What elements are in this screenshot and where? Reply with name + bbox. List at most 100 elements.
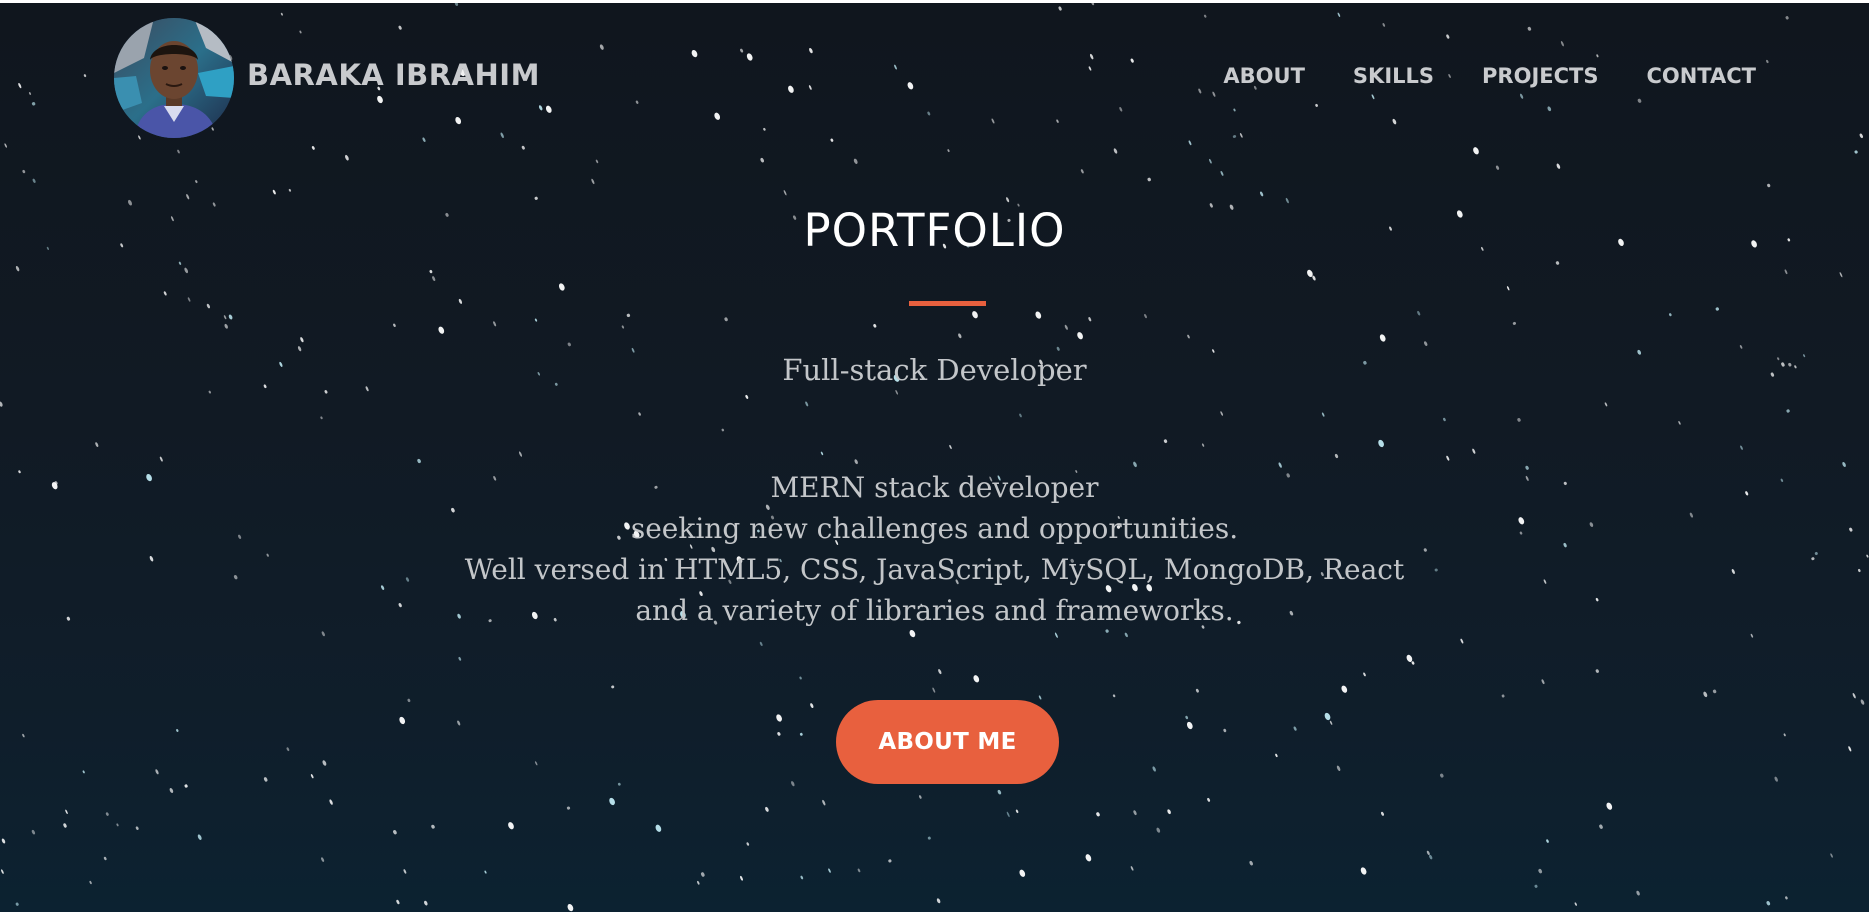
primary-nav: ABOUT SKILLS PROJECTS CONTACT (1223, 64, 1756, 88)
star (746, 842, 750, 846)
star (286, 747, 290, 752)
star (609, 797, 615, 806)
star (417, 458, 421, 464)
star (178, 261, 182, 265)
star (776, 714, 782, 722)
star (31, 829, 36, 835)
bio-line: MERN stack developer (770, 471, 1099, 504)
brand-name[interactable]: BARAKA IBRAHIM (247, 58, 540, 92)
star (184, 784, 188, 788)
star (223, 315, 227, 320)
star (828, 868, 831, 873)
profile-avatar[interactable] (114, 18, 234, 138)
nav-link-about[interactable]: ABOUT (1223, 64, 1305, 88)
star (32, 178, 36, 183)
star (329, 799, 333, 805)
star (1249, 860, 1253, 866)
star (1460, 638, 1464, 644)
star (760, 157, 764, 163)
star (1740, 445, 1743, 450)
star (1541, 679, 1545, 685)
star (1220, 411, 1223, 416)
star (424, 900, 428, 906)
star (457, 720, 461, 726)
star (799, 732, 803, 736)
title-divider (909, 301, 986, 306)
star (438, 326, 445, 334)
star (1429, 854, 1433, 860)
star (1080, 169, 1084, 174)
star (1163, 439, 1168, 444)
star (159, 456, 163, 462)
star (1750, 633, 1754, 638)
star (1334, 453, 1339, 459)
star (1411, 661, 1415, 665)
star (1035, 311, 1042, 319)
star (1606, 802, 1613, 810)
star (1152, 766, 1156, 772)
star (765, 806, 769, 812)
star (701, 872, 705, 877)
bio-line: and a variety of libraries and framework… (635, 594, 1234, 627)
star (1336, 765, 1341, 772)
star (919, 795, 922, 799)
star (972, 311, 978, 319)
star (800, 875, 804, 880)
star (1, 869, 4, 874)
star (1207, 797, 1211, 802)
star (163, 291, 167, 296)
star (1443, 417, 1446, 422)
star (1739, 345, 1743, 349)
star (558, 283, 565, 291)
hero-bio: MERN stack developer seeking new challen… (0, 467, 1869, 631)
star (197, 834, 202, 840)
star (399, 716, 406, 725)
star (1446, 455, 1450, 461)
star (1378, 439, 1384, 448)
navbar: BARAKA IBRAHIM ABOUT SKILLS PROJECTS CON… (0, 3, 1869, 153)
star (458, 656, 462, 661)
star (759, 641, 763, 647)
star (611, 685, 615, 689)
star (1324, 712, 1331, 721)
star (206, 303, 210, 309)
star (1538, 868, 1543, 874)
star (1088, 317, 1092, 322)
star (1555, 261, 1560, 265)
star (1830, 853, 1833, 858)
star (155, 769, 159, 775)
star (1124, 632, 1128, 638)
star (740, 875, 743, 881)
star (116, 823, 119, 827)
star (1, 838, 6, 844)
star (297, 346, 302, 352)
star (1636, 890, 1640, 896)
star (1381, 811, 1384, 816)
star (534, 196, 538, 200)
star (1285, 197, 1289, 204)
about-me-button[interactable]: ABOUT ME (836, 700, 1059, 784)
nav-link-contact[interactable]: CONTACT (1646, 64, 1756, 88)
star (288, 188, 292, 192)
star (1669, 313, 1672, 317)
star (791, 781, 795, 787)
star (1321, 412, 1325, 417)
star (493, 321, 497, 327)
nav-link-skills[interactable]: SKILLS (1353, 64, 1434, 88)
star (857, 868, 861, 873)
star (1360, 867, 1367, 875)
star (621, 325, 625, 329)
star (508, 822, 514, 830)
star (1329, 720, 1333, 725)
star (1495, 165, 1500, 170)
star (324, 390, 328, 394)
nav-link-projects[interactable]: PROJECTS (1482, 64, 1598, 88)
star (1096, 812, 1100, 817)
star (208, 390, 211, 394)
star (1038, 695, 1042, 700)
star (195, 180, 198, 184)
star (1341, 685, 1348, 693)
star (396, 899, 400, 905)
star (1715, 307, 1719, 311)
hero-section: BARAKA IBRAHIM ABOUT SKILLS PROJECTS CON… (0, 3, 1869, 912)
